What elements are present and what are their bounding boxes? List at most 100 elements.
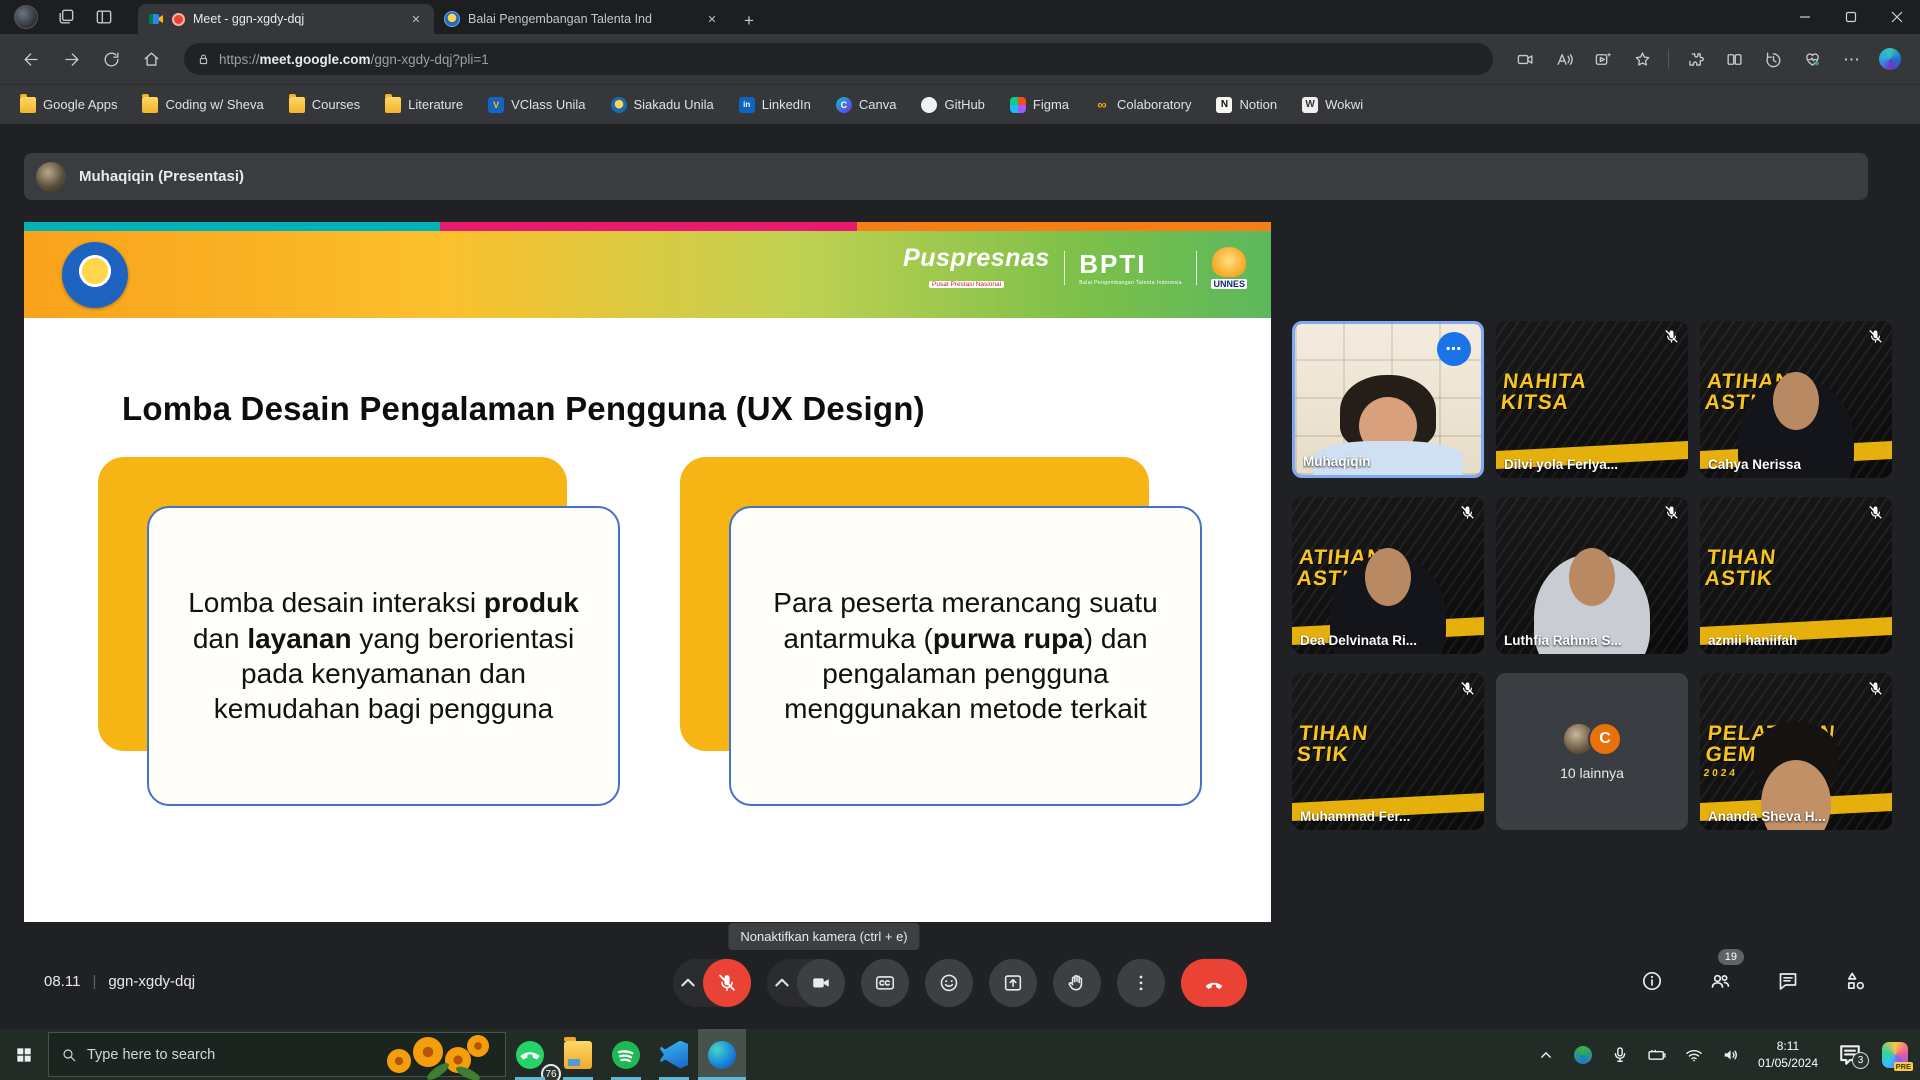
bookmark-label: LinkedIn — [762, 97, 811, 112]
stripe-pink — [440, 222, 857, 231]
bookmark-notion[interactable]: NNotion — [1216, 97, 1277, 113]
history-button[interactable] — [1757, 43, 1789, 75]
tab-close-icon[interactable]: ✕ — [704, 11, 720, 27]
bookmark-siakadu-unila[interactable]: Siakadu Unila — [611, 97, 714, 113]
bookmark-canva[interactable]: CCanva — [836, 97, 897, 113]
camera-toggle-chevron[interactable] — [767, 959, 797, 1007]
split-screen-button[interactable] — [1718, 43, 1750, 75]
bookmark-label: Courses — [312, 97, 360, 112]
logo-divider — [1064, 251, 1066, 285]
participant-tile-muhaqiqin[interactable]: Muhaqiqin⋯ — [1292, 321, 1484, 478]
vclass-icon: V — [488, 97, 504, 113]
tab-actions-icon[interactable] — [94, 7, 114, 27]
forward-button[interactable] — [54, 42, 88, 76]
presentation-slide: Puspresnas Pusat Prestasi Nasional BPTI … — [24, 222, 1271, 922]
leave-call-button[interactable] — [1181, 959, 1247, 1007]
bookmark-github[interactable]: GitHub — [921, 97, 984, 113]
favorite-star-button[interactable] — [1626, 43, 1658, 75]
participant-tile-dea-delvinata-ri-[interactable]: ATIHANASTIKDea Delvinata Ri... — [1292, 497, 1484, 654]
tab-meet[interactable]: Meet - ggn-xgdy-dqj ✕ — [138, 4, 434, 34]
reactions-button[interactable] — [925, 959, 973, 1007]
meet-favicon — [148, 11, 164, 27]
captions-button[interactable] — [861, 959, 909, 1007]
mic-toggle-button[interactable] — [703, 959, 751, 1007]
read-aloud-button[interactable] — [1548, 43, 1580, 75]
mic-toggle-chevron[interactable] — [673, 959, 703, 1007]
taskbar-file-explorer[interactable] — [554, 1029, 602, 1080]
bpti-logo: BPTI Balai Pengembangan Talenta Indonesi… — [1079, 249, 1182, 286]
more-button[interactable] — [1835, 43, 1867, 75]
close-button[interactable] — [1874, 0, 1920, 34]
camera-toggle-group — [767, 959, 845, 1007]
browser-profile-avatar[interactable] — [14, 5, 38, 29]
notification-center-button[interactable]: 3 — [1835, 1040, 1865, 1070]
start-button[interactable] — [0, 1029, 48, 1080]
battery-icon[interactable] — [1647, 1045, 1667, 1065]
copilot-taskbar-icon[interactable]: PRE — [1882, 1042, 1908, 1068]
search-highlight-flowers[interactable] — [379, 1035, 499, 1079]
bookmark-wokwi[interactable]: WWokwi — [1302, 97, 1363, 113]
browser-essentials-button[interactable] — [1796, 43, 1828, 75]
taskbar-search[interactable]: Type here to search — [48, 1032, 506, 1077]
taskbar-edge[interactable] — [698, 1029, 746, 1080]
more-options-button[interactable] — [1117, 959, 1165, 1007]
chat-button[interactable] — [1768, 961, 1808, 1001]
participant-tile-cahya-nerissa[interactable]: ATIHANASTIKCahya Nerissa — [1700, 321, 1892, 478]
taskbar-clock[interactable]: 8:11 01/05/2024 — [1758, 1038, 1818, 1070]
present-screen-button[interactable] — [989, 959, 1037, 1007]
meeting-details-button[interactable] — [1632, 961, 1672, 1001]
idm-icon[interactable] — [1573, 1045, 1593, 1065]
bookmark-label: Figma — [1033, 97, 1069, 112]
wifi-icon[interactable] — [1684, 1045, 1704, 1065]
address-bar[interactable]: https://meet.google.com/ggn-xgdy-dqj?pli… — [184, 43, 1493, 75]
overflow-count-label: 10 lainnya — [1560, 765, 1624, 781]
home-button[interactable] — [134, 42, 168, 76]
bookmark-courses[interactable]: Courses — [289, 97, 360, 113]
raise-hand-button[interactable] — [1053, 959, 1101, 1007]
participant-tile-dilvi-yola-ferlya-[interactable]: NAHITAKITSADilvi yola Ferlya... — [1496, 321, 1688, 478]
bookmark-coding-w-sheva[interactable]: Coding w/ Sheva — [142, 97, 263, 113]
tab-close-icon[interactable]: ✕ — [408, 11, 424, 27]
captions-icon — [874, 972, 896, 994]
camera-in-use-button[interactable] — [1509, 43, 1541, 75]
workspaces-icon[interactable] — [56, 7, 76, 27]
stripe-orange — [857, 222, 1271, 231]
participants-button[interactable]: 19 — [1700, 961, 1740, 1001]
participant-tile-luthfia-rahma-s-[interactable]: Luthfia Rahma S... — [1496, 497, 1688, 654]
participant-tile-ananda-sheva-h-[interactable]: PELATIHANGEMASTIK2024Ananda Sheva H... — [1700, 673, 1892, 830]
bookmark-linkedin[interactable]: inLinkedIn — [739, 97, 811, 113]
participant-tile-azmii-haniifah[interactable]: TIHANASTIKazmii haniifah — [1700, 497, 1892, 654]
taskbar-vs-code[interactable] — [650, 1029, 698, 1080]
copilot-button[interactable] — [1874, 43, 1906, 75]
tray-mic-icon[interactable] — [1610, 1045, 1630, 1065]
taskbar-whatsapp[interactable]: 76 — [506, 1029, 554, 1080]
bookmark-google-apps[interactable]: Google Apps — [20, 97, 117, 113]
tab-balai[interactable]: Balai Pengembangan Talenta Ind ✕ — [434, 4, 730, 34]
activities-button[interactable] — [1836, 961, 1876, 1001]
back-button[interactable] — [14, 42, 48, 76]
tray-chevron-icon[interactable] — [1536, 1045, 1556, 1065]
folder-icon — [142, 97, 158, 113]
tile-options-button[interactable]: ⋯ — [1437, 332, 1471, 366]
mic-toggle-group — [673, 959, 751, 1007]
maximize-button[interactable] — [1828, 0, 1874, 34]
new-tab-button[interactable]: + — [736, 8, 762, 34]
refresh-button[interactable] — [94, 42, 128, 76]
volume-icon[interactable] — [1721, 1045, 1741, 1065]
participant-tile-muhammad-fer-[interactable]: TIHANSTIKMuhammad Fer... — [1292, 673, 1484, 830]
bookmark-vclass-unila[interactable]: VVClass Unila — [488, 97, 585, 113]
file-explorer-icon — [564, 1041, 592, 1069]
video-enhance-button[interactable] — [1587, 43, 1619, 75]
taskbar-spotify[interactable] — [602, 1029, 650, 1080]
participant-tile-10-lainnya[interactable]: C10 lainnya — [1496, 673, 1688, 830]
bookmark-label: Colaboratory — [1117, 97, 1191, 112]
camera-toggle-button[interactable] — [797, 959, 845, 1007]
meeting-code: ggn-xgdy-dqj — [108, 973, 195, 990]
minimize-button[interactable] — [1782, 0, 1828, 34]
bookmark-colaboratory[interactable]: ∞Colaboratory — [1094, 97, 1191, 113]
bookmark-figma[interactable]: Figma — [1010, 97, 1069, 113]
participant-name: Luthfia Rahma S... — [1504, 633, 1622, 648]
folder-icon — [385, 97, 401, 113]
extensions-button[interactable] — [1679, 43, 1711, 75]
bookmark-literature[interactable]: Literature — [385, 97, 463, 113]
